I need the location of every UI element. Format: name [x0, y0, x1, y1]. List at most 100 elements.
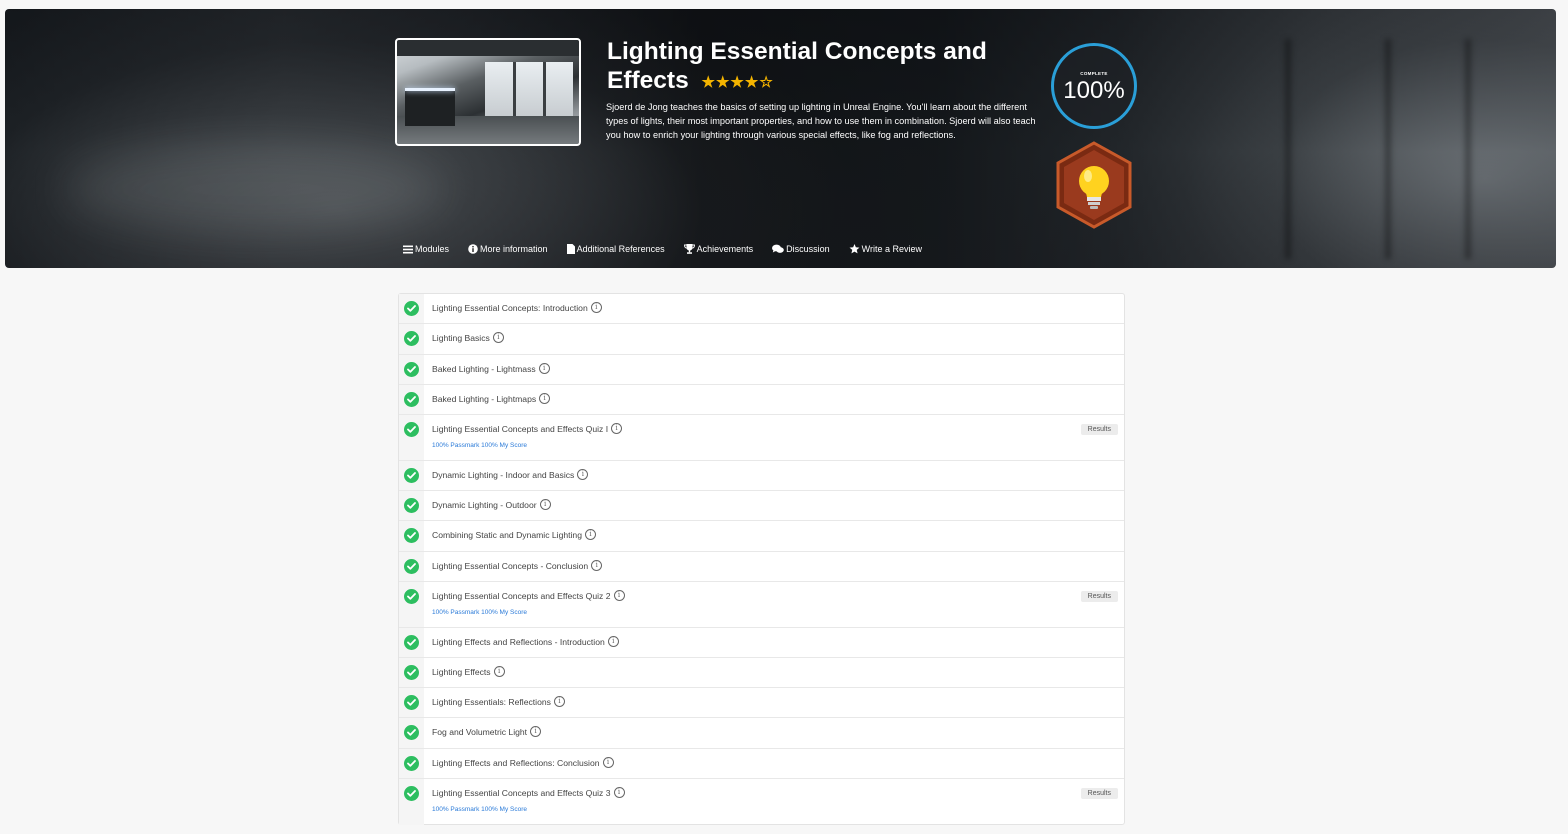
module-row[interactable]: Dynamic Lighting - Outdoor i	[399, 491, 1124, 522]
tab-achievements[interactable]: Achievements	[683, 244, 753, 254]
module-row[interactable]: Lighting Essential Concepts: Introductio…	[399, 294, 1124, 325]
module-row[interactable]: Baked Lighting - Lightmass i	[399, 354, 1124, 385]
module-name[interactable]: Lighting Effects and Reflections - Intro…	[432, 637, 605, 647]
module-name[interactable]: Lighting Effects	[432, 667, 491, 677]
module-name[interactable]: Lighting Essential Concepts - Conclusion	[432, 561, 588, 571]
quiz-score: 100% Passmark 100% My Score	[432, 608, 528, 616]
info-icon[interactable]: i	[591, 559, 603, 571]
module-status-rail	[399, 384, 424, 415]
completion-progress-ring: COMPLETE 100%	[1051, 43, 1137, 129]
module-row[interactable]: Combining Static and Dynamic Lighting i	[399, 521, 1124, 552]
info-icon[interactable]: i	[590, 302, 602, 313]
star-filled-icon: ★	[744, 74, 760, 91]
module-name[interactable]: Lighting Essential Concepts and Effects …	[432, 591, 611, 601]
module-status-rail	[399, 551, 424, 581]
info-icon[interactable]: i	[530, 726, 542, 738]
module-status-rail	[399, 779, 424, 825]
star-empty-icon: ☆	[759, 74, 774, 91]
info-icon[interactable]: i	[611, 423, 623, 435]
info-icon[interactable]: i	[539, 499, 551, 511]
module-row[interactable]: Lighting Effects and Reflections - Intro…	[399, 627, 1124, 658]
check-circle-icon	[404, 664, 419, 680]
module-status-rail	[399, 521, 424, 551]
course-thumbnail	[395, 38, 581, 146]
check-circle-icon	[404, 331, 419, 347]
module-row[interactable]: Lighting Effects and Reflections: Conclu…	[399, 748, 1124, 780]
background-window-frame	[1385, 39, 1391, 259]
star-filled-icon: ★	[701, 74, 716, 91]
tab-more-information[interactable]: More information	[468, 244, 548, 254]
module-name[interactable]: Lighting Essential Concepts: Introductio…	[432, 303, 588, 313]
info-icon[interactable]: i	[613, 787, 625, 799]
list-icon	[403, 245, 415, 254]
module-name[interactable]: Combining Static and Dynamic Lighting	[432, 530, 582, 540]
info-icon[interactable]: i	[585, 529, 596, 541]
module-status-rail	[399, 460, 424, 491]
info-icon[interactable]: i	[553, 696, 565, 708]
module-name[interactable]: Fog and Volumetric Light	[432, 727, 527, 737]
module-row[interactable]: Baked Lighting - Lightmaps i	[399, 384, 1124, 416]
info-icon[interactable]: i	[539, 392, 551, 404]
quiz-score: 100% Passmark 100% My Score	[432, 806, 528, 814]
module-row[interactable]: Lighting Effects i	[399, 657, 1124, 689]
module-name[interactable]: Lighting Effects and Reflections: Conclu…	[432, 758, 600, 768]
module-row[interactable]: Dynamic Lighting - Indoor and Basics i	[399, 460, 1124, 492]
module-status-rail	[399, 491, 424, 521]
course-rating: ★★★★☆	[702, 66, 774, 97]
course-title: Lighting Essential Concepts and Effects	[607, 38, 987, 94]
progress-label: COMPLETE	[1080, 71, 1108, 76]
check-circle-icon	[404, 467, 419, 483]
check-circle-icon	[404, 725, 419, 741]
module-name[interactable]: Lighting Essential Concepts and Effects …	[432, 424, 608, 434]
module-status-rail	[399, 718, 424, 748]
lightbulb-achievement-badge-icon	[1056, 141, 1132, 229]
results-button[interactable]: Results	[1080, 424, 1118, 436]
module-row[interactable]: Lighting Essential Concepts - Conclusion…	[399, 551, 1124, 582]
results-button[interactable]: Results	[1080, 590, 1118, 602]
check-circle-icon	[404, 634, 419, 650]
check-circle-icon	[404, 422, 419, 438]
module-name[interactable]: Lighting Essentials: Reflections	[432, 697, 551, 707]
module-status-rail	[399, 415, 424, 460]
module-status-rail	[399, 354, 424, 384]
star-icon	[849, 244, 862, 254]
module-status-rail	[399, 748, 424, 779]
check-circle-icon	[404, 391, 419, 407]
info-icon[interactable]: i	[607, 635, 619, 647]
module-row[interactable]: Lighting Essentials: Reflections i	[399, 688, 1124, 719]
results-button[interactable]: Results	[1080, 788, 1118, 800]
tab-label: More information	[480, 244, 548, 254]
module-row[interactable]: Lighting Basics i	[399, 324, 1124, 355]
check-circle-icon	[404, 588, 419, 604]
module-name[interactable]: Baked Lighting - Lightmass	[432, 364, 536, 374]
module-name[interactable]: Dynamic Lighting - Indoor and Basics	[432, 470, 574, 480]
tab-discussion[interactable]: Discussion	[772, 244, 830, 254]
info-icon[interactable]: i	[538, 362, 550, 374]
tab-additional-references[interactable]: Additional References	[566, 244, 665, 254]
info-icon[interactable]: i	[577, 468, 589, 480]
info-icon[interactable]: i	[493, 665, 505, 677]
background-glow	[65, 144, 445, 234]
background-window-frame	[1285, 39, 1291, 259]
module-row[interactable]: Lighting Essential Concepts and Effects …	[399, 581, 1124, 628]
module-row[interactable]: Lighting Essential Concepts and Effects …	[399, 415, 1124, 461]
module-row[interactable]: Fog and Volumetric Light i	[399, 718, 1124, 749]
check-circle-icon	[404, 755, 419, 771]
course-tabs: Modules More information Additional Refere…	[403, 244, 941, 254]
module-name[interactable]: Baked Lighting - Lightmaps	[432, 394, 536, 404]
module-name[interactable]: Dynamic Lighting - Outdoor	[432, 500, 537, 510]
tab-modules[interactable]: Modules	[403, 244, 449, 254]
tab-label: Write a Review	[861, 244, 923, 254]
background-window-frame	[1465, 39, 1471, 259]
info-icon[interactable]: i	[613, 589, 625, 601]
info-icon[interactable]: i	[492, 332, 504, 344]
info-icon[interactable]: i	[602, 756, 614, 768]
module-status-rail	[399, 581, 424, 627]
document-icon	[566, 244, 577, 254]
check-circle-icon	[404, 695, 419, 711]
module-name[interactable]: Lighting Basics	[432, 333, 490, 343]
tab-write-a-review[interactable]: Write a Review	[849, 244, 922, 254]
module-name[interactable]: Lighting Essential Concepts and Effects …	[432, 788, 611, 798]
module-row[interactable]: Lighting Essential Concepts and Effects …	[399, 779, 1124, 825]
star-filled-icon: ★	[730, 74, 745, 91]
